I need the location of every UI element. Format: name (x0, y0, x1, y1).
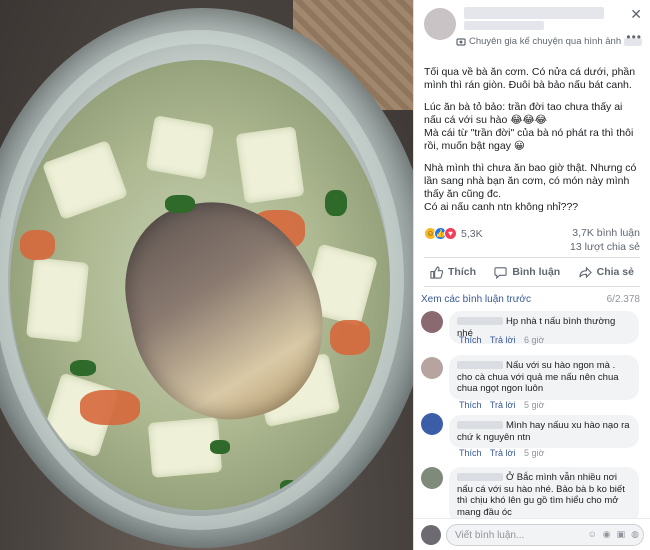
author-avatar[interactable] (424, 8, 456, 40)
post-paragraph: Tối qua về bà ăn cơm. Có nửa cá dưới, ph… (424, 66, 636, 91)
comment-time: 5 giờ (523, 448, 545, 458)
badge-label: Chuyên gia kể chuyện qua hình ảnh (469, 36, 622, 47)
comment-meta: Thích Trả lời 5 giờ (459, 400, 544, 410)
comment-bubble: Mình hay nấuu xu hào nạo ra chứ k nguyên… (449, 415, 639, 448)
like-button[interactable]: Thích (430, 265, 476, 279)
view-previous-comments-link[interactable]: Xem các bình luận trước (421, 294, 531, 305)
comment-item: Ở Bắc mình vẫn nhiều nơi nấu cá với su h… (421, 465, 650, 525)
kohlrabi-chunk (25, 257, 90, 343)
kohlrabi-chunk (235, 126, 305, 204)
comment-like-link[interactable]: Thích (459, 448, 482, 458)
post-header: Chuyên gia kể chuyện qua hình ảnh ✕ ••• (414, 0, 650, 56)
action-bar: Thích Bình luận Chia sẻ (424, 257, 640, 287)
close-icon[interactable]: ✕ (630, 6, 642, 23)
comment-icon (494, 266, 508, 279)
comment-reply-link[interactable]: Trả lời (490, 400, 516, 410)
commenter-avatar[interactable] (421, 467, 443, 489)
herb-leaf (70, 360, 96, 376)
like-label: Thích (448, 266, 476, 278)
kohlrabi-chunk (41, 139, 129, 221)
sticker-icon[interactable]: ◍ (631, 529, 639, 540)
post-paragraph: Có ai nấu canh ntn không nhỉ??? (424, 201, 579, 213)
more-icon[interactable]: ••• (626, 30, 642, 44)
herb-leaf (280, 480, 298, 494)
author-badge: Chuyên gia kể chuyện qua hình ảnh (456, 36, 643, 47)
herb-leaf (165, 195, 195, 213)
comment-reply-link[interactable]: Trả lời (490, 448, 516, 458)
gif-icon[interactable]: ▣ (617, 529, 626, 540)
comment-time: 5 giờ (523, 400, 545, 410)
comment-like-link[interactable]: Thích (459, 400, 482, 410)
comment-composer: Viết bình luận... ☺ ◉ ▣ ◍ (414, 518, 650, 550)
thumbs-up-icon (430, 265, 443, 279)
post-body: Tối qua về bà ăn cơm. Có nửa cá dưới, ph… (414, 56, 650, 214)
composer-icons: ☺ ◉ ▣ ◍ (588, 529, 639, 540)
commenter-name-redacted[interactable] (457, 473, 503, 482)
post-paragraph: Lúc ăn bà tỏ bảo: trần đời tao chưa thấy… (424, 101, 623, 126)
commenter-name-redacted[interactable] (457, 317, 503, 326)
comment-meta: Thích Trả lời 5 giờ (459, 448, 544, 458)
commenter-name-redacted[interactable] (457, 421, 503, 430)
soup (10, 60, 390, 510)
herb-leaf (325, 190, 347, 216)
author-name-redacted[interactable] (464, 7, 604, 19)
comment-bubble: Ở Bắc mình vẫn nhiều nơi nấu cá với su h… (449, 467, 639, 523)
current-user-avatar (421, 525, 441, 545)
comments-counter: 6/2.378 (606, 294, 640, 305)
commenter-name-redacted[interactable] (457, 361, 503, 370)
post-photo[interactable] (0, 0, 413, 550)
camera-icon[interactable]: ◉ (603, 529, 611, 540)
share-icon (578, 266, 592, 278)
share-button[interactable]: Chia sẻ (578, 266, 634, 279)
comment-item: Mình hay nấuu xu hào nạo ra chứ k nguyên… (421, 411, 650, 465)
comment-item: Nấu với su hào ngon mà . cho cà chua với… (421, 355, 650, 411)
comment-button[interactable]: Bình luận (494, 266, 560, 279)
comment-input-placeholder: Viết bình luận... (455, 530, 525, 541)
tomato-piece (20, 230, 55, 260)
tomato-piece (80, 390, 140, 425)
comment-count[interactable]: 3,7K bình luận (572, 227, 640, 239)
reaction-count: 5,3K (461, 227, 483, 240)
comment-label: Bình luận (512, 266, 561, 278)
comment-like-link[interactable]: Thích (459, 335, 482, 345)
emoji-icon[interactable]: ☺ (588, 529, 597, 540)
comment-time: 6 giờ (523, 335, 545, 345)
share-count[interactable]: 13 lượt chia sẻ (570, 241, 640, 253)
post-paragraph: Nhà mình thì chưa ăn bao giờ thật. Nhưng… (424, 162, 637, 200)
comment-reply-link[interactable]: Trả lời (490, 335, 516, 345)
comment-bubble: Nấu với su hào ngon mà . cho cà chua với… (449, 355, 639, 400)
comments-header: Xem các bình luận trước 6/2.378 (414, 287, 650, 309)
kohlrabi-chunk (145, 115, 215, 180)
reactions-summary[interactable]: ☺ 👍 ♥ 5,3K (424, 227, 483, 240)
badge-icon (456, 37, 466, 46)
herb-leaf (210, 440, 230, 454)
comment-meta: Thích Trả lời 6 giờ (459, 335, 544, 345)
commenter-avatar[interactable] (421, 357, 443, 379)
commenter-avatar[interactable] (421, 413, 443, 435)
love-reaction-icon: ♥ (444, 227, 457, 240)
share-label: Chia sẻ (596, 266, 634, 278)
tomato-piece (330, 320, 370, 355)
post-panel: Chuyên gia kể chuyện qua hình ảnh ✕ ••• … (413, 0, 650, 550)
post-time-redacted (464, 21, 544, 30)
comment-item: Hp nhà t nấu bình thường nhé Thích Trả l… (421, 309, 650, 355)
post-stats: ☺ 👍 ♥ 5,3K 3,7K bình luận 13 lượt chia s… (414, 223, 650, 257)
post-paragraph: Mà cái từ "trần đời" của bà nó phát ra t… (424, 127, 634, 152)
commenter-avatar[interactable] (421, 311, 443, 333)
